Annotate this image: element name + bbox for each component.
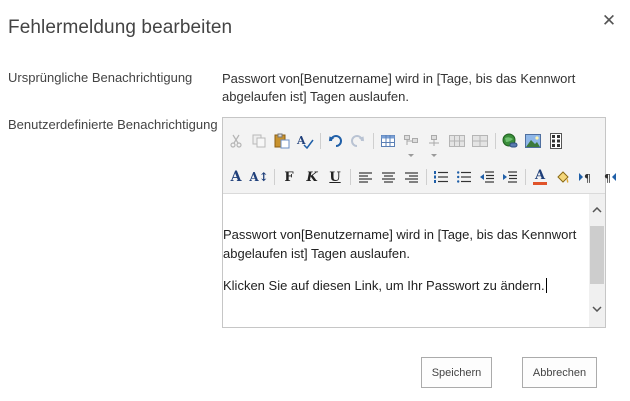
cancel-button[interactable]: Abbrechen xyxy=(522,357,597,388)
rich-text-editor: A A A↕ F K U A ¶ ¶ Passwort von[Benutzer… xyxy=(222,117,616,328)
editor-scrollbar[interactable] xyxy=(589,194,605,327)
toolbar-separator xyxy=(373,133,374,149)
insert-table-icon[interactable] xyxy=(377,130,399,152)
font-icon[interactable]: A xyxy=(225,166,247,188)
cut-icon[interactable] xyxy=(225,130,247,152)
bold-button[interactable]: F xyxy=(278,166,300,188)
table-split-icon[interactable] xyxy=(469,130,491,152)
table-layout-icon[interactable] xyxy=(400,130,422,157)
editor-toolbar: A A A↕ F K U A ¶ ¶ xyxy=(223,118,616,194)
insert-symbol-icon[interactable] xyxy=(545,130,567,152)
insert-link-icon[interactable] xyxy=(499,130,521,152)
italic-glyph: K xyxy=(306,169,318,185)
redo-icon[interactable] xyxy=(347,130,369,152)
text-caret xyxy=(545,278,547,293)
editor-paragraph-2: Klicken Sie auf diesen Link, um Ihr Pass… xyxy=(223,276,583,295)
undo-icon[interactable] xyxy=(324,130,346,152)
toolbar-separator xyxy=(525,169,526,185)
underline-glyph: U xyxy=(329,169,341,185)
align-right-icon[interactable] xyxy=(400,166,422,188)
scrollbar-thumb[interactable] xyxy=(590,226,604,284)
font-color-glyph: A xyxy=(534,168,546,183)
scroll-up-icon[interactable] xyxy=(589,202,605,218)
chevron-down-icon xyxy=(408,154,414,157)
custom-notification-label: Benutzerdefinierte Benachrichtigung xyxy=(8,117,218,132)
editor-paragraph-2-text: Klicken Sie auf diesen Link, um Ihr Pass… xyxy=(223,278,545,293)
save-button[interactable]: Speichern xyxy=(421,357,492,388)
font-color-icon[interactable]: A xyxy=(529,166,551,188)
svg-text:¶: ¶ xyxy=(584,172,591,183)
original-notification-label: Ursprüngliche Benachrichtigung xyxy=(8,70,193,85)
bullet-list-icon[interactable] xyxy=(453,166,475,188)
font-size-icon[interactable]: A↕ xyxy=(248,166,270,188)
table-structure-icon[interactable] xyxy=(423,130,445,157)
font-glyph: A xyxy=(230,169,242,185)
scroll-down-icon[interactable] xyxy=(589,301,605,317)
insert-image-icon[interactable] xyxy=(522,130,544,152)
svg-text:¶: ¶ xyxy=(604,172,611,183)
close-icon[interactable]: ✕ xyxy=(600,12,618,30)
toolbar-separator xyxy=(495,133,496,149)
numbered-list-icon[interactable] xyxy=(430,166,452,188)
editor-paragraph-1: Passwort von[Benutzername] wird in [Tage… xyxy=(223,227,577,261)
paste-icon[interactable] xyxy=(271,130,293,152)
outdent-icon[interactable] xyxy=(476,166,498,188)
font-size-glyph: A↕ xyxy=(249,170,269,184)
table-merge-icon[interactable] xyxy=(446,130,468,152)
toolbar-separator xyxy=(274,169,275,185)
rtl-direction-icon[interactable]: ¶ xyxy=(598,166,620,188)
bold-glyph: F xyxy=(284,169,294,185)
toolbar-row-1: A xyxy=(225,130,568,157)
editor-content[interactable]: Passwort von[Benutzername] wird in [Tage… xyxy=(223,194,589,327)
toolbar-row-2: A A↕ F K U A ¶ ¶ xyxy=(225,166,621,188)
ltr-direction-icon[interactable]: ¶ xyxy=(575,166,597,188)
font-color-bar xyxy=(533,182,547,185)
copy-icon[interactable] xyxy=(248,130,270,152)
chevron-down-icon xyxy=(431,154,437,157)
highlight-color-icon[interactable] xyxy=(552,166,574,188)
toolbar-separator xyxy=(320,133,321,149)
align-center-icon[interactable] xyxy=(377,166,399,188)
dialog: Fehlermeldung bearbeiten ✕ Ursprüngliche… xyxy=(0,0,630,401)
indent-icon[interactable] xyxy=(499,166,521,188)
align-left-icon[interactable] xyxy=(354,166,376,188)
font-color-swatch: A xyxy=(533,169,547,185)
underline-button[interactable]: U xyxy=(324,166,346,188)
toolbar-separator xyxy=(350,169,351,185)
spellcheck-icon[interactable]: A xyxy=(294,130,316,152)
dialog-title: Fehlermeldung bearbeiten xyxy=(8,17,233,38)
toolbar-separator xyxy=(426,169,427,185)
original-notification-text: Passwort von[Benutzername] wird in [Tage… xyxy=(222,71,576,104)
italic-button[interactable]: K xyxy=(301,166,323,188)
